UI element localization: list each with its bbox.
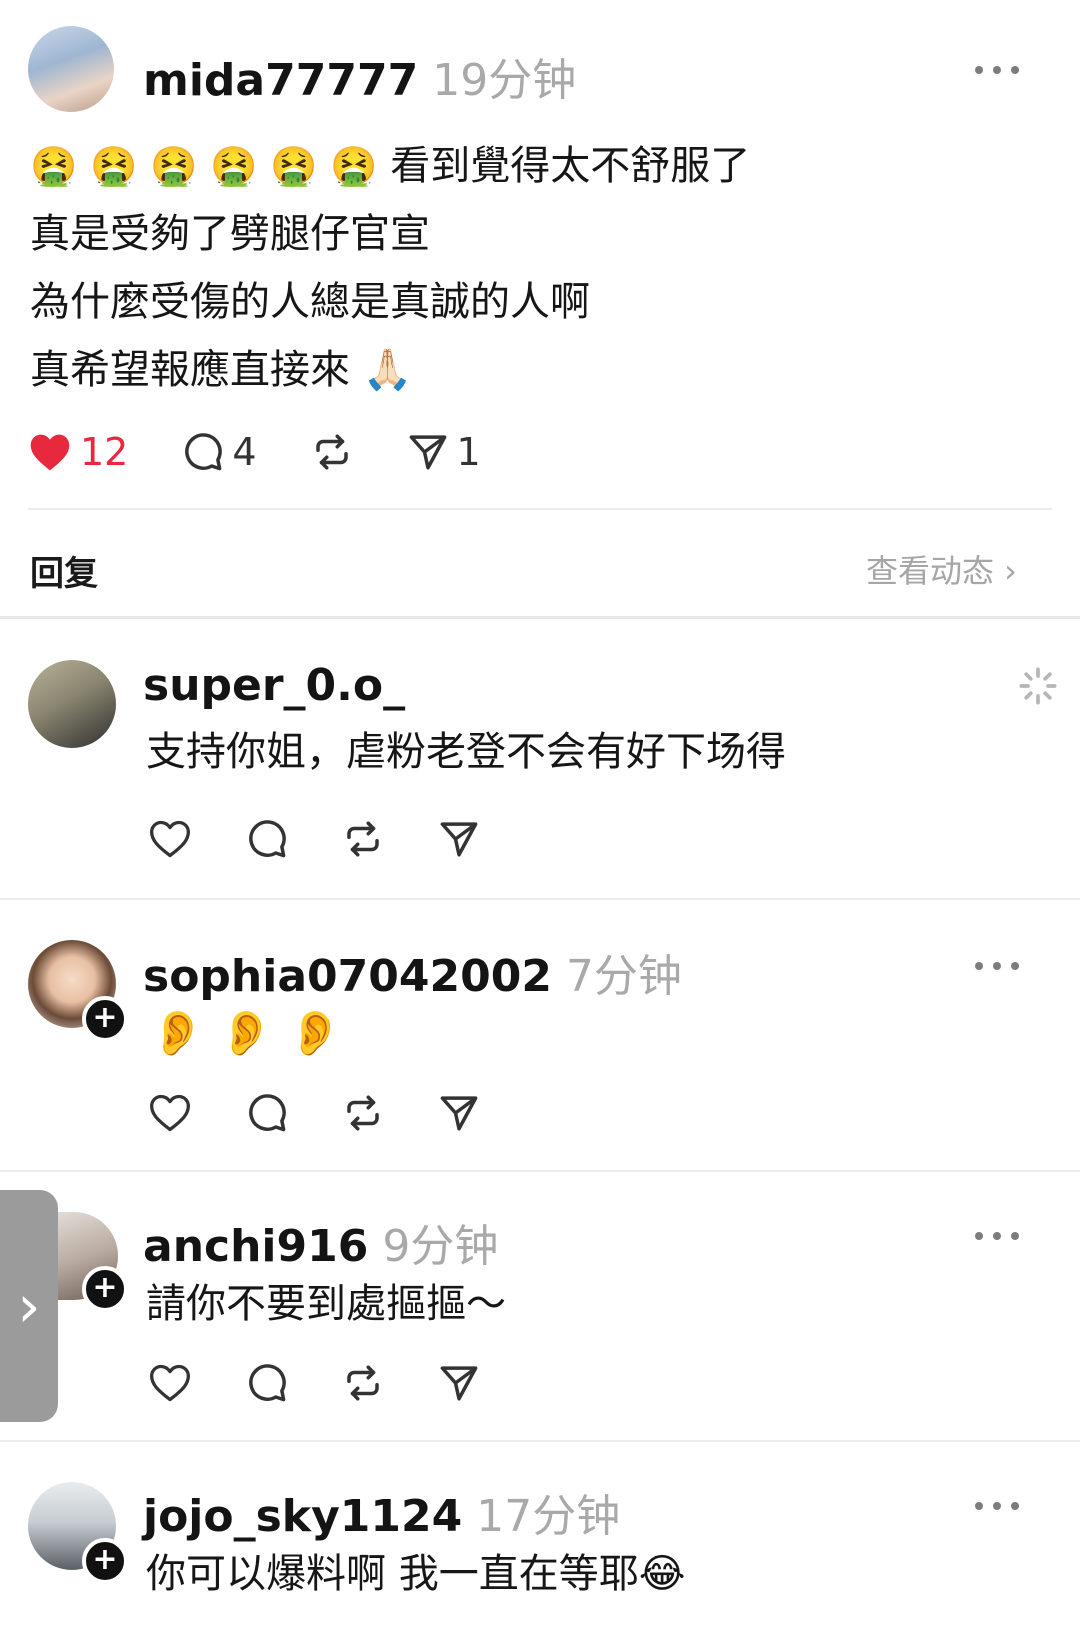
vomit-emoji: 🤮 — [150, 144, 198, 188]
share-icon — [440, 1366, 478, 1401]
comment-icon — [249, 820, 286, 858]
comment-text: 👂👂👂 — [150, 1008, 357, 1059]
comment-username-text[interactable]: anchi916 — [143, 1221, 368, 1272]
reply-label[interactable]: 回复 — [30, 546, 98, 595]
heart-icon — [150, 1094, 190, 1132]
heart-icon — [150, 1364, 190, 1402]
repost-icon — [347, 1365, 379, 1401]
chevron-right-icon: › — [17, 1272, 41, 1340]
comment-icon — [249, 1094, 286, 1132]
view-activity-link[interactable]: 查看动态 › — [866, 546, 1017, 592]
comment-text: 你可以爆料啊 我一直在等耶😂 — [146, 1551, 686, 1597]
comment-button[interactable] — [246, 818, 288, 860]
post-text-line-3: 為什麼受傷的人總是真誠的人啊 — [30, 279, 590, 325]
loading-icon — [1019, 667, 1057, 705]
comment-username[interactable]: anchi916 9分钟 — [143, 1210, 498, 1274]
comment-timestamp: 7分钟 — [565, 951, 682, 1002]
share-icon — [409, 435, 446, 470]
comment-username-text[interactable]: sophia07042002 — [143, 951, 552, 1002]
comment-username-text[interactable]: super_0.o_ — [143, 660, 405, 711]
divider — [28, 508, 1052, 510]
post-more-icon[interactable] — [975, 60, 1019, 80]
like-button[interactable] — [148, 1092, 192, 1134]
comment-username[interactable]: super_0.o_ — [143, 660, 419, 711]
comment-button[interactable] — [246, 1362, 288, 1404]
share-count: 1 — [456, 430, 481, 474]
like-count: 12 — [80, 430, 129, 474]
repost-button[interactable] — [342, 1362, 384, 1404]
post-action-row: 12 4 1 — [28, 430, 535, 474]
repost-button[interactable] — [342, 818, 384, 860]
share-icon — [440, 1096, 478, 1131]
comment-timestamp: 9分钟 — [382, 1221, 499, 1272]
vomit-emoji: 🤮 — [90, 144, 138, 188]
comment-text: 請你不要到處摳摳～ — [146, 1281, 506, 1327]
share-button[interactable] — [438, 1092, 480, 1134]
divider — [0, 898, 1080, 900]
comment-count: 4 — [232, 430, 257, 474]
divider — [0, 1170, 1080, 1172]
comment-more-icon[interactable] — [975, 1226, 1019, 1246]
follow-plus-icon[interactable]: + — [82, 1266, 128, 1312]
post-avatar[interactable] — [28, 26, 114, 112]
post-timestamp: 19分钟 — [432, 55, 577, 106]
comment-action-row — [148, 1092, 534, 1134]
like-button[interactable] — [148, 818, 192, 860]
heart-icon — [30, 434, 70, 471]
like-button[interactable] — [148, 1362, 192, 1404]
repost-icon — [347, 821, 379, 857]
side-drawer-tab[interactable]: › — [0, 1190, 58, 1422]
share-button[interactable] — [438, 1362, 480, 1404]
divider — [0, 1440, 1080, 1442]
repost-icon — [315, 434, 348, 470]
follow-plus-icon[interactable]: + — [82, 996, 128, 1042]
comment-timestamp: 17分钟 — [476, 1491, 621, 1542]
share-icon — [440, 822, 478, 857]
share-button[interactable]: 1 — [407, 430, 481, 474]
comment-avatar[interactable] — [28, 660, 116, 748]
post-username[interactable]: mida77777 19分钟 — [143, 44, 576, 108]
comment-icon — [249, 1364, 286, 1402]
vomit-emoji: 🤮 — [30, 144, 78, 188]
share-button[interactable] — [438, 818, 480, 860]
comment-action-row — [148, 818, 534, 860]
vomit-emoji: 🤮 — [330, 144, 378, 188]
comment-username[interactable]: jojo_sky1124 17分钟 — [143, 1480, 620, 1544]
comment-button[interactable]: 4 — [182, 430, 257, 474]
like-button[interactable]: 12 — [28, 430, 128, 474]
comment-text: 支持你姐，虐粉老登不会有好下场得 — [146, 729, 786, 775]
repost-icon — [347, 1095, 379, 1131]
section-divider — [0, 616, 1080, 619]
heart-icon — [150, 820, 190, 858]
post-text-line-4: 真希望報應直接來 🙏🏻 — [30, 347, 413, 393]
post-text-line-1: 🤮 🤮 🤮 🤮 🤮 🤮 看到覺得太不舒服了 — [30, 146, 750, 186]
repost-button[interactable] — [342, 1092, 384, 1134]
post-text-line-2: 真是受夠了劈腿仔官宣 — [30, 211, 430, 257]
follow-plus-icon[interactable]: + — [82, 1538, 128, 1584]
comment-more-icon[interactable] — [975, 1496, 1019, 1516]
post-username-text[interactable]: mida77777 — [143, 55, 418, 106]
comment-button[interactable] — [246, 1092, 288, 1134]
vomit-emoji: 🤮 — [270, 144, 318, 188]
comment-username-text[interactable]: jojo_sky1124 — [143, 1491, 462, 1542]
comment-more-icon[interactable] — [975, 956, 1019, 976]
comment-icon — [185, 433, 223, 471]
post-text: 看到覺得太不舒服了 — [390, 143, 751, 189]
comment-username[interactable]: sophia07042002 7分钟 — [143, 940, 682, 1004]
vomit-emoji: 🤮 — [210, 144, 258, 188]
comment-action-row — [148, 1362, 534, 1404]
repost-button[interactable] — [311, 431, 353, 473]
